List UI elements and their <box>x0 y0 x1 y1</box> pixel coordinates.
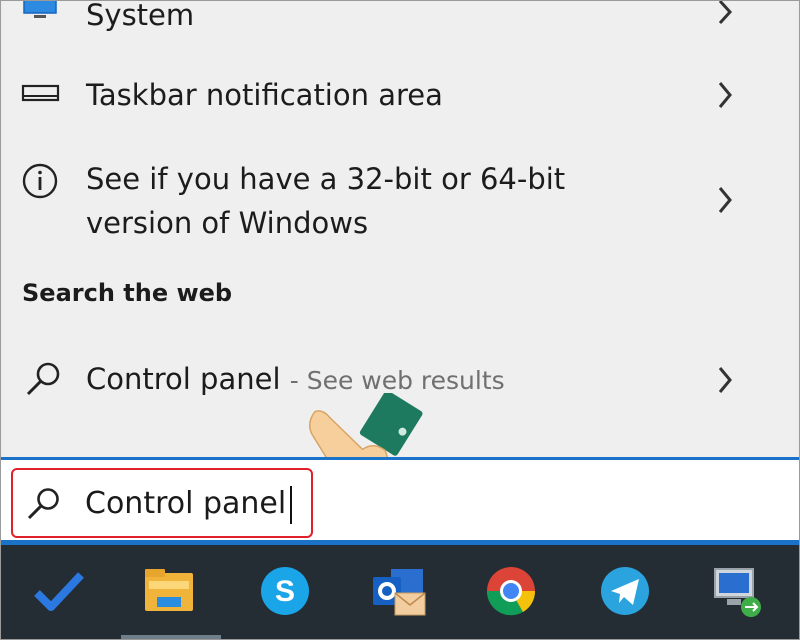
result-label: Taskbar notification area <box>86 78 443 112</box>
start-search-window: System Taskbar notification area See if … <box>0 0 800 640</box>
svg-text:S: S <box>275 575 295 608</box>
telegram-icon[interactable] <box>597 563 653 619</box>
result-system[interactable]: System <box>4 1 796 37</box>
chrome-icon[interactable] <box>483 563 539 619</box>
result-label-line1: See if you have a 32-bit or 64-bit <box>86 162 566 196</box>
monitor-icon <box>23 1 57 18</box>
file-explorer-icon[interactable] <box>141 563 197 619</box>
chevron-right-icon <box>718 187 732 213</box>
taskbar-icon <box>21 84 60 102</box>
web-result-suffix: - See web results <box>289 366 505 395</box>
result-label: System <box>86 0 195 32</box>
taskbar-active-indicator <box>121 635 221 639</box>
result-32-or-64-bit[interactable]: See if you have a 32-bit or 64-bit versi… <box>4 151 796 251</box>
remote-desktop-icon[interactable] <box>709 563 765 619</box>
chevron-right-icon <box>718 367 732 393</box>
checkmark-app-icon[interactable] <box>31 563 87 619</box>
text-caret <box>290 486 292 524</box>
result-label-line2: version of Windows <box>86 206 369 240</box>
chevron-right-icon <box>718 82 732 108</box>
outlook-icon[interactable] <box>371 563 427 619</box>
web-result-label: Control panel - See web results <box>86 357 505 403</box>
section-heading-search-web: Search the web <box>22 279 233 307</box>
result-taskbar-notification-area[interactable]: Taskbar notification area <box>4 71 796 121</box>
info-icon <box>22 163 58 199</box>
chevron-right-icon <box>718 1 733 25</box>
skype-icon[interactable]: S <box>257 563 313 619</box>
search-icon <box>26 362 60 396</box>
web-result-query: Control panel <box>86 362 281 396</box>
taskbar: S <box>1 545 799 639</box>
search-results-panel: System Taskbar notification area See if … <box>4 1 796 491</box>
search-icon <box>27 488 59 520</box>
search-input[interactable]: Control panel <box>85 482 286 526</box>
